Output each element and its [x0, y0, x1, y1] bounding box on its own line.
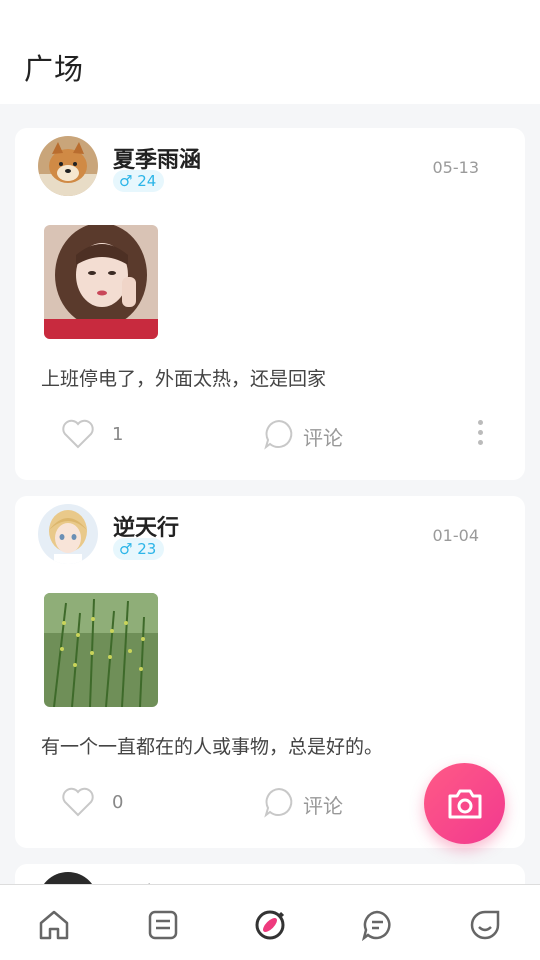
comment-button[interactable]: 评论: [303, 422, 343, 451]
page-title: 广场: [24, 52, 85, 86]
post-photo[interactable]: [44, 593, 158, 707]
avatar[interactable]: [38, 136, 98, 196]
discover-icon: [255, 910, 285, 940]
nav-messages[interactable]: [359, 907, 395, 943]
nav-home[interactable]: [36, 907, 72, 943]
gender-age-badge: ♂ 24: [113, 170, 165, 192]
post-card[interactable]: 夏季雨涵 ♂ 24 05-13 上班停电了，外面太热，还是回家 1 评论: [15, 128, 525, 480]
comment-bubble-icon[interactable]: [263, 418, 295, 450]
avatar[interactable]: [38, 872, 98, 884]
like-count: 0: [112, 792, 124, 813]
gender-age-badge: ♂ 23: [113, 538, 165, 560]
more-options-icon[interactable]: [475, 418, 485, 450]
comment-button[interactable]: 评论: [303, 790, 343, 819]
post-photo[interactable]: [44, 225, 158, 339]
comment-bubble-icon[interactable]: [263, 786, 295, 818]
post-date: 05-13: [432, 158, 480, 177]
post-card[interactable]: 王境: [15, 864, 525, 884]
nav-discover[interactable]: [252, 907, 288, 943]
like-count: 1: [112, 424, 124, 445]
nav-profile[interactable]: [467, 907, 503, 943]
avatar[interactable]: [38, 504, 98, 564]
top-header: 广场: [0, 0, 540, 104]
home-icon: [39, 910, 69, 940]
camera-icon: [448, 789, 482, 819]
like-heart-icon[interactable]: [61, 418, 95, 450]
chat-icon: [361, 910, 391, 942]
notes-icon: [148, 910, 178, 940]
nav-notes[interactable]: [145, 907, 181, 943]
post-text: 上班停电了，外面太热，还是回家: [41, 368, 327, 390]
post-text: 有一个一直都在的人或事物，总是好的。: [41, 736, 384, 758]
post-date: 01-04: [432, 526, 480, 545]
camera-post-button[interactable]: [424, 763, 505, 844]
like-heart-icon[interactable]: [61, 786, 95, 818]
profile-smile-icon: [470, 910, 500, 940]
bottom-nav: [0, 884, 540, 960]
